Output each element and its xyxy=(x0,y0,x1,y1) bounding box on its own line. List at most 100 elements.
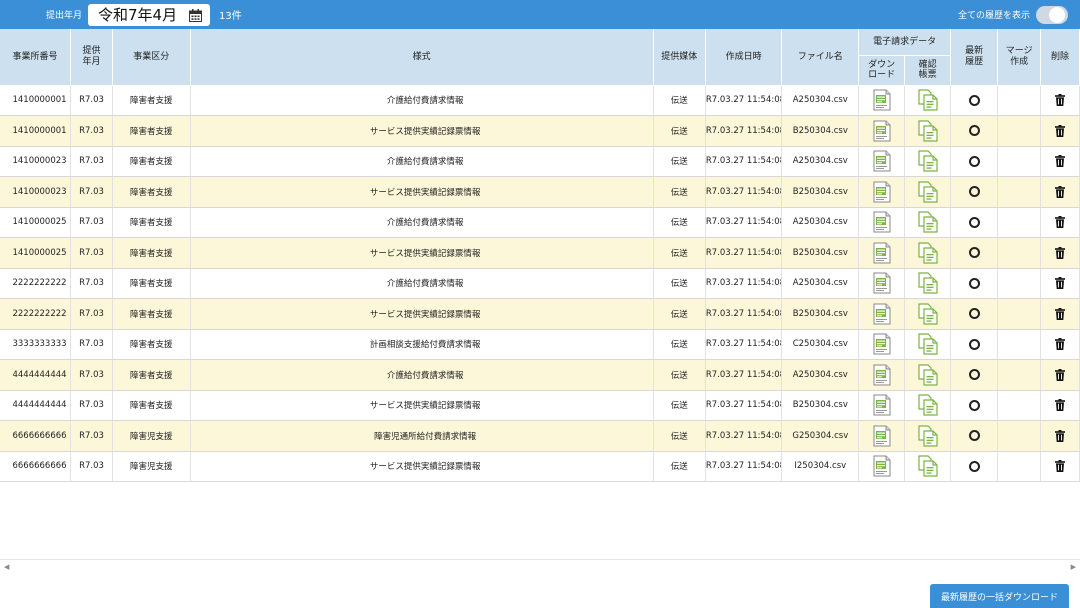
latest-circle-icon xyxy=(968,308,980,320)
download-document-icon[interactable] xyxy=(873,211,891,233)
confirm-cell xyxy=(904,237,952,269)
col-media: 提供媒体 xyxy=(653,29,706,86)
table-row[interactable]: 1410000001 R7.03 障害者支援 介護給付費請求情報 伝送 R7.03.27 … xyxy=(0,85,1080,116)
office-no-cell: 2222222222 xyxy=(0,268,72,299)
confirm-document-icon[interactable] xyxy=(918,425,938,447)
media-cell: 伝送 xyxy=(653,268,706,299)
trash-icon[interactable] xyxy=(1055,429,1066,442)
col-office-no: 事業所番号 xyxy=(0,29,72,86)
table-row[interactable]: 4444444444 R7.03 障害者支援 サービス提供実績記録票情報 伝送 R7.03… xyxy=(0,390,1080,421)
office-no-cell: 1410000025 xyxy=(0,237,72,269)
media-cell: 伝送 xyxy=(653,115,706,147)
col-delete: 削除 xyxy=(1040,29,1080,86)
category-cell: 障害者支援 xyxy=(112,268,191,299)
trash-icon[interactable] xyxy=(1055,246,1066,259)
provide-ym-cell: R7.03 xyxy=(70,85,113,116)
trash-icon[interactable] xyxy=(1055,185,1066,198)
download-document-icon[interactable] xyxy=(873,242,891,264)
col-latest: 最新履歴 xyxy=(950,29,999,86)
latest-circle-icon xyxy=(968,125,980,137)
office-no-cell: 1410000001 xyxy=(0,85,72,116)
trash-icon[interactable] xyxy=(1055,368,1066,381)
trash-icon[interactable] xyxy=(1055,307,1066,320)
latest-circle-icon xyxy=(968,94,980,106)
calendar-icon[interactable] xyxy=(189,8,203,22)
latest-circle-icon xyxy=(968,277,980,289)
office-no-cell: 4444444444 xyxy=(0,359,72,391)
show-all-history-toggle[interactable] xyxy=(1036,5,1068,24)
trash-icon[interactable] xyxy=(1055,338,1066,351)
table-row[interactable]: 3333333333 R7.03 障害者支援 計画相談支援給付費請求情報 伝送 R7.03… xyxy=(0,329,1080,360)
confirm-document-icon[interactable] xyxy=(918,272,938,294)
table-row[interactable]: 4444444444 R7.03 障害者支援 介護給付費請求情報 伝送 R7.03.27 … xyxy=(0,359,1080,391)
trash-icon[interactable] xyxy=(1055,94,1066,107)
trash-icon[interactable] xyxy=(1055,399,1066,412)
trash-icon[interactable] xyxy=(1055,155,1066,168)
col-provide-ym-label: 提供年月 xyxy=(82,46,101,67)
trash-icon[interactable] xyxy=(1055,277,1066,290)
table-row[interactable]: 6666666666 R7.03 障害児支援 障害児通所給付費請求情報 伝送 R7.03.… xyxy=(0,420,1080,452)
download-document-icon[interactable] xyxy=(873,333,891,355)
category-cell: 障害者支援 xyxy=(112,329,191,360)
table-row[interactable]: 1410000001 R7.03 障害者支援 サービス提供実績記録票情報 伝送 R7.03… xyxy=(0,115,1080,147)
table-row[interactable]: 2222222222 R7.03 障害者支援 介護給付費請求情報 伝送 R7.03.27 … xyxy=(0,268,1080,299)
table-row[interactable]: 1410000023 R7.03 障害者支援 介護給付費請求情報 伝送 R7.03.27 … xyxy=(0,146,1080,177)
latest-cell xyxy=(950,237,999,269)
provide-ym-cell: R7.03 xyxy=(70,390,113,421)
confirm-document-icon[interactable] xyxy=(918,364,938,386)
bulk-download-button[interactable]: 最新履歴の一括ダウンロード xyxy=(930,584,1069,608)
created-cell: R7.03.27 11:54:08 xyxy=(705,451,783,482)
confirm-document-icon[interactable] xyxy=(918,455,938,477)
media-cell: 伝送 xyxy=(653,359,706,391)
category-cell: 障害者支援 xyxy=(112,298,191,330)
trash-icon[interactable] xyxy=(1055,124,1066,137)
download-document-icon[interactable] xyxy=(873,89,891,111)
horizontal-scrollbar[interactable]: ◀ ▶ xyxy=(0,559,1080,573)
download-document-icon[interactable] xyxy=(873,455,891,477)
confirm-document-icon[interactable] xyxy=(918,333,938,355)
download-document-icon[interactable] xyxy=(873,364,891,386)
created-cell: R7.03.27 11:54:08 xyxy=(705,237,783,269)
confirm-document-icon[interactable] xyxy=(918,394,938,416)
table-row[interactable]: 6666666666 R7.03 障害児支援 サービス提供実績記録票情報 伝送 R7.03… xyxy=(0,451,1080,482)
confirm-document-icon[interactable] xyxy=(918,303,938,325)
download-document-icon[interactable] xyxy=(873,272,891,294)
confirm-document-icon[interactable] xyxy=(918,150,938,172)
submit-month-picker[interactable]: 令和7年4月 xyxy=(88,3,211,26)
scroll-right-arrow-icon[interactable]: ▶ xyxy=(1071,563,1076,571)
filename-cell: B250304.csv xyxy=(781,390,860,421)
latest-cell xyxy=(950,85,999,116)
download-document-icon[interactable] xyxy=(873,425,891,447)
trash-icon[interactable] xyxy=(1055,216,1066,229)
download-document-icon[interactable] xyxy=(873,303,891,325)
table-row[interactable]: 1410000025 R7.03 障害者支援 サービス提供実績記録票情報 伝送 R7.03… xyxy=(0,237,1080,269)
provide-ym-cell: R7.03 xyxy=(70,451,113,482)
media-cell: 伝送 xyxy=(653,390,706,421)
confirm-document-icon[interactable] xyxy=(918,120,938,142)
download-document-icon[interactable] xyxy=(873,120,891,142)
latest-circle-icon xyxy=(968,399,980,411)
confirm-document-icon[interactable] xyxy=(918,89,938,111)
download-document-icon[interactable] xyxy=(873,181,891,203)
trash-icon[interactable] xyxy=(1055,460,1066,473)
filename-cell: B250304.csv xyxy=(781,237,860,269)
scroll-left-arrow-icon[interactable]: ◀ xyxy=(4,563,9,571)
submit-month-label: 提出年月 xyxy=(46,11,83,21)
col-confirm: 確認帳票 xyxy=(904,55,952,86)
confirm-cell xyxy=(904,298,952,330)
download-cell xyxy=(858,390,906,421)
office-no-cell: 2222222222 xyxy=(0,298,72,330)
download-document-icon[interactable] xyxy=(873,394,891,416)
confirm-document-icon[interactable] xyxy=(918,211,938,233)
media-cell: 伝送 xyxy=(653,237,706,269)
confirm-document-icon[interactable] xyxy=(918,242,938,264)
table-row[interactable]: 1410000023 R7.03 障害者支援 サービス提供実績記録票情報 伝送 R7.03… xyxy=(0,176,1080,208)
col-filename: ファイル名 xyxy=(781,29,860,86)
category-cell: 障害者支援 xyxy=(112,237,191,269)
download-document-icon[interactable] xyxy=(873,150,891,172)
table-row[interactable]: 1410000025 R7.03 障害者支援 介護給付費請求情報 伝送 R7.03.27 … xyxy=(0,207,1080,238)
confirm-document-icon[interactable] xyxy=(918,181,938,203)
table-row[interactable]: 2222222222 R7.03 障害者支援 サービス提供実績記録票情報 伝送 R7.03… xyxy=(0,298,1080,330)
download-cell xyxy=(858,85,906,116)
office-no-cell: 1410000025 xyxy=(0,207,72,238)
